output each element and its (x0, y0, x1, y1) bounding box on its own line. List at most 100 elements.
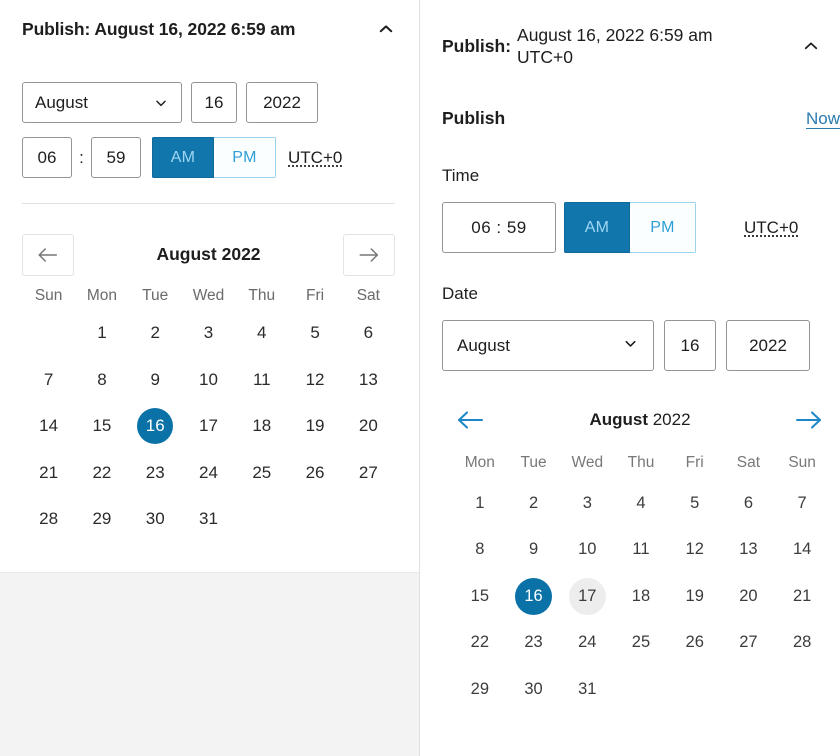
calendar-day-cell[interactable]: 2 (129, 310, 182, 357)
calendar-day-cell[interactable]: 20 (722, 573, 776, 620)
calendar-day-cell[interactable]: 24 (182, 450, 235, 497)
left-minutes-input[interactable]: 59 (91, 137, 141, 178)
calendar-day-cell[interactable]: 23 (507, 620, 561, 667)
calendar-day-cell[interactable]: 16 (507, 573, 561, 620)
calendar-day-cell[interactable]: 26 (668, 620, 722, 667)
weekday-label: Mon (86, 287, 117, 304)
calendar-day-cell[interactable]: 19 (668, 573, 722, 620)
calendar-day-cell[interactable]: 1 (75, 310, 128, 357)
calendar-day-cell[interactable]: 6 (342, 310, 395, 357)
calendar-day-cell[interactable]: 24 (560, 620, 614, 667)
calendar-day-cell[interactable]: 3 (560, 480, 614, 527)
calendar-day-label: 7 (797, 493, 807, 512)
calendar-day-cell[interactable]: 31 (560, 666, 614, 713)
calendar-day-cell[interactable]: 14 (775, 527, 829, 574)
left-publish-header[interactable]: Publish: August 16, 2022 6:59 am (22, 18, 397, 40)
calendar-day-cell[interactable]: 27 (342, 450, 395, 497)
arrow-left-icon[interactable] (454, 405, 488, 435)
calendar-day-cell[interactable]: 13 (342, 357, 395, 404)
calendar-day-cell[interactable]: 16 (129, 403, 182, 450)
calendar-day-label: 18 (631, 586, 651, 605)
calendar-day-cell[interactable]: 6 (722, 480, 776, 527)
calendar-day-cell[interactable]: 15 (75, 403, 128, 450)
calendar-day-label: 5 (690, 493, 700, 512)
calendar-day-cell[interactable]: 20 (342, 403, 395, 450)
calendar-day-cell[interactable]: 9 (129, 357, 182, 404)
calendar-day-label: 4 (636, 493, 646, 512)
calendar-day-cell[interactable]: 19 (288, 403, 341, 450)
calendar-day-label: 11 (252, 369, 271, 389)
calendar-day-label: 17 (568, 577, 606, 615)
calendar-day-cell[interactable]: 30 (507, 666, 561, 713)
left-day-input[interactable]: 16 (191, 82, 237, 123)
weekday-label: Mon (464, 454, 495, 471)
calendar-day-cell[interactable]: 8 (453, 527, 507, 574)
left-timezone-label[interactable]: UTC+0 (288, 148, 342, 168)
calendar-day-cell[interactable]: 3 (182, 310, 235, 357)
chevron-up-icon[interactable] (800, 35, 822, 57)
calendar-day-cell[interactable]: 7 (22, 357, 75, 404)
calendar-day-cell[interactable]: 5 (668, 480, 722, 527)
calendar-day-cell[interactable]: 4 (614, 480, 668, 527)
calendar-day-cell[interactable]: 5 (288, 310, 341, 357)
calendar-day-cell[interactable]: 25 (614, 620, 668, 667)
calendar-day-cell[interactable]: 12 (668, 527, 722, 574)
arrow-right-icon[interactable] (792, 405, 826, 435)
right-timezone-label[interactable]: UTC+0 (744, 218, 798, 238)
calendar-day-cell[interactable]: 15 (453, 573, 507, 620)
calendar-day-cell[interactable]: 7 (775, 480, 829, 527)
calendar-day-cell[interactable]: 10 (560, 527, 614, 574)
arrow-right-icon[interactable] (343, 233, 395, 276)
left-year-input[interactable]: 2022 (246, 82, 318, 123)
left-month-select[interactable]: August (22, 82, 182, 123)
calendar-day-label: 25 (631, 633, 651, 652)
calendar-day-cell[interactable]: 11 (235, 357, 288, 404)
calendar-day-label: 25 (252, 462, 272, 482)
right-pm-button[interactable]: PM (630, 202, 696, 253)
calendar-day-label: 2 (528, 493, 539, 512)
calendar-day-cell[interactable]: 28 (775, 620, 829, 667)
left-hours-input[interactable]: 06 (22, 137, 72, 178)
left-am-button[interactable]: AM (152, 137, 214, 178)
calendar-day-cell[interactable]: 10 (182, 357, 235, 404)
arrow-left-icon[interactable] (22, 233, 74, 276)
calendar-day-cell[interactable]: 18 (614, 573, 668, 620)
calendar-day-cell[interactable]: 22 (75, 450, 128, 497)
right-day-input[interactable]: 16 (664, 320, 716, 371)
calendar-day-cell[interactable]: 21 (22, 450, 75, 497)
calendar-day-cell[interactable]: 17 (560, 573, 614, 620)
calendar-day-cell[interactable]: 14 (22, 403, 75, 450)
calendar-day-cell[interactable]: 8 (75, 357, 128, 404)
calendar-day-cell[interactable]: 9 (507, 527, 561, 574)
right-am-button[interactable]: AM (564, 202, 630, 253)
calendar-day-cell[interactable]: 2 (507, 480, 561, 527)
calendar-day-cell[interactable]: 29 (453, 666, 507, 713)
now-link[interactable]: Now (806, 109, 840, 129)
right-year-input[interactable]: 2022 (726, 320, 810, 371)
calendar-day-cell[interactable]: 4 (235, 310, 288, 357)
right-month-select[interactable]: August (442, 320, 654, 371)
right-publish-header[interactable]: Publish: August 16, 2022 6:59 am UTC+0 (442, 24, 840, 69)
calendar-day-cell[interactable]: 12 (288, 357, 341, 404)
right-time-input[interactable]: 06 : 59 (442, 202, 556, 253)
chevron-up-icon[interactable] (375, 18, 397, 40)
calendar-day-cell[interactable]: 17 (182, 403, 235, 450)
calendar-day-cell[interactable]: 13 (722, 527, 776, 574)
calendar-day-cell[interactable]: 27 (722, 620, 776, 667)
calendar-day-cell[interactable]: 23 (129, 450, 182, 497)
calendar-day-cell[interactable]: 1 (453, 480, 507, 527)
calendar-day-label: 19 (305, 416, 325, 436)
calendar-day-cell[interactable]: 18 (235, 403, 288, 450)
right-meridiem-toggle: AM PM (564, 202, 696, 253)
calendar-day-cell[interactable]: 31 (182, 496, 235, 543)
calendar-day-cell[interactable]: 30 (129, 496, 182, 543)
calendar-day-cell[interactable]: 28 (22, 496, 75, 543)
calendar-day-cell[interactable]: 29 (75, 496, 128, 543)
calendar-day-cell[interactable]: 26 (288, 450, 341, 497)
left-datepicker-panel: Publish: August 16, 2022 6:59 am August … (0, 0, 420, 756)
calendar-day-cell[interactable]: 11 (614, 527, 668, 574)
calendar-day-cell[interactable]: 21 (775, 573, 829, 620)
calendar-day-cell[interactable]: 25 (235, 450, 288, 497)
left-pm-button[interactable]: PM (214, 137, 276, 178)
calendar-day-cell[interactable]: 22 (453, 620, 507, 667)
